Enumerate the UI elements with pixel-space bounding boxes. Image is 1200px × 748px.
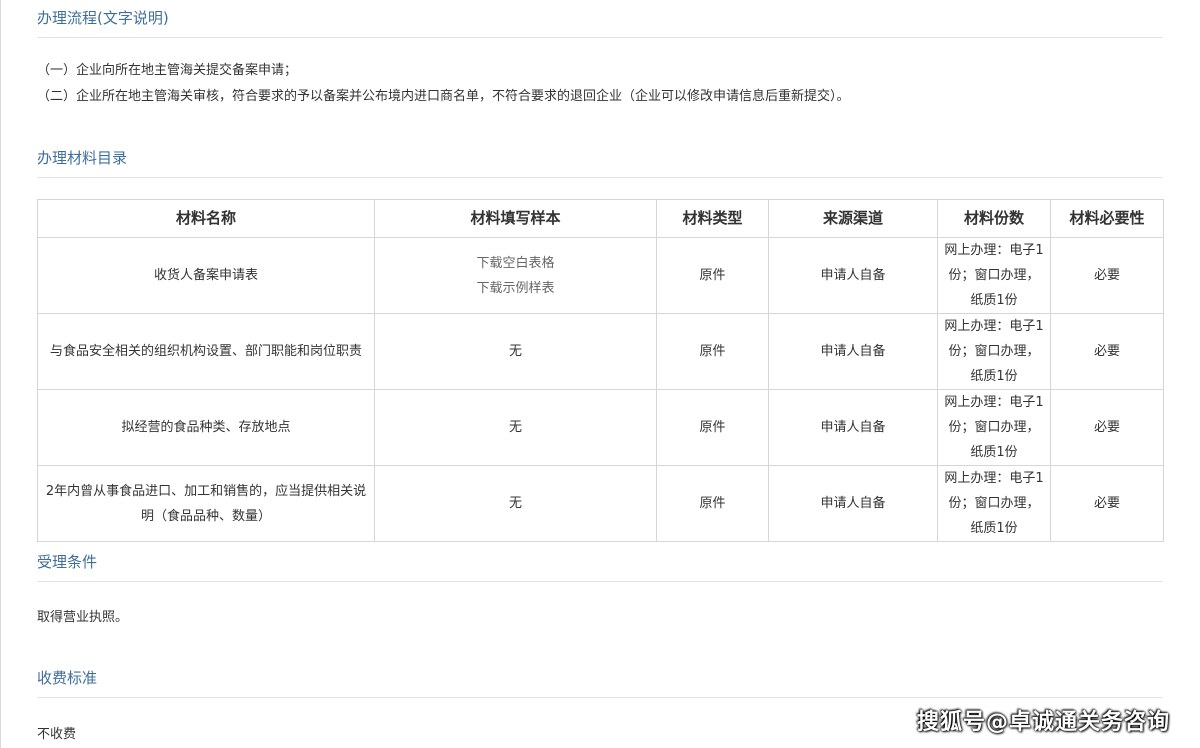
material-sample: 无 xyxy=(374,465,657,542)
watermark-text: 搜狐号@卓诚通关务咨询 xyxy=(916,710,1170,735)
process-step-1: （一）企业向所在地主管海关提交备案申请； xyxy=(37,63,298,78)
table-row: 2年内曾从事食品进口、加工和销售的，应当提供相关说明（食品品种、数量） 无 原件… xyxy=(37,465,1164,542)
material-name: 与食品安全相关的组织机构设置、部门职能和岗位职责 xyxy=(37,313,375,390)
material-copies: 网上办理：电子1份；窗口办理，纸质1份 xyxy=(937,465,1051,542)
header-sample: 材料填写样本 xyxy=(374,199,657,238)
material-necessity: 必要 xyxy=(1050,313,1164,390)
header-material-name: 材料名称 xyxy=(37,199,375,238)
header-copies: 材料份数 xyxy=(937,199,1051,238)
materials-table: 材料名称 材料填写样本 材料类型 来源渠道 材料份数 材料必要性 收货人备案申请… xyxy=(37,199,1164,542)
header-type: 材料类型 xyxy=(656,199,769,238)
download-blank-form-link[interactable]: 下载空白表格 xyxy=(381,251,650,276)
material-type: 原件 xyxy=(656,237,769,314)
material-necessity: 必要 xyxy=(1050,465,1164,542)
material-copies: 网上办理：电子1份；窗口办理，纸质1份 xyxy=(937,389,1051,466)
table-row: 收货人备案申请表 下载空白表格 下载示例样表 原件 申请人自备 网上办理：电子1… xyxy=(37,237,1164,314)
header-necessity: 材料必要性 xyxy=(1050,199,1164,238)
material-name: 拟经营的食品种类、存放地点 xyxy=(37,389,375,466)
material-source: 申请人自备 xyxy=(768,237,938,314)
fees-section-title: 收费标准 xyxy=(37,668,1163,698)
fees-text: 不收费 xyxy=(37,727,77,742)
material-copies: 网上办理：电子1份；窗口办理，纸质1份 xyxy=(937,313,1051,390)
material-type: 原件 xyxy=(656,313,769,390)
material-necessity: 必要 xyxy=(1050,237,1164,314)
material-copies: 网上办理：电子1份；窗口办理，纸质1份 xyxy=(937,237,1051,314)
table-header-row: 材料名称 材料填写样本 材料类型 来源渠道 材料份数 材料必要性 xyxy=(37,199,1164,238)
material-source: 申请人自备 xyxy=(768,389,938,466)
process-step-2: （二）企业所在地主管海关审核，符合要求的予以备案并公布境内进口商名单，不符合要求… xyxy=(37,89,850,104)
material-necessity: 必要 xyxy=(1050,389,1164,466)
material-type: 原件 xyxy=(656,465,769,542)
acceptance-text: 取得营业执照。 xyxy=(37,610,129,625)
process-section-title: 办理流程(文字说明) xyxy=(37,8,1163,38)
page-left-border xyxy=(0,0,1,748)
material-source: 申请人自备 xyxy=(768,313,938,390)
material-type: 原件 xyxy=(656,389,769,466)
table-row: 与食品安全相关的组织机构设置、部门职能和岗位职责 无 原件 申请人自备 网上办理… xyxy=(37,313,1164,390)
material-name: 2年内曾从事食品进口、加工和销售的，应当提供相关说明（食品品种、数量） xyxy=(37,465,375,542)
material-source: 申请人自备 xyxy=(768,465,938,542)
header-source: 来源渠道 xyxy=(768,199,938,238)
download-example-form-link[interactable]: 下载示例样表 xyxy=(381,276,650,301)
material-sample: 无 xyxy=(374,313,657,390)
acceptance-section-title: 受理条件 xyxy=(37,552,1163,582)
material-name: 收货人备案申请表 xyxy=(37,237,375,314)
table-row: 拟经营的食品种类、存放地点 无 原件 申请人自备 网上办理：电子1份；窗口办理，… xyxy=(37,389,1164,466)
material-sample: 下载空白表格 下载示例样表 xyxy=(374,237,657,314)
materials-section-title: 办理材料目录 xyxy=(37,148,1163,178)
material-sample: 无 xyxy=(374,389,657,466)
